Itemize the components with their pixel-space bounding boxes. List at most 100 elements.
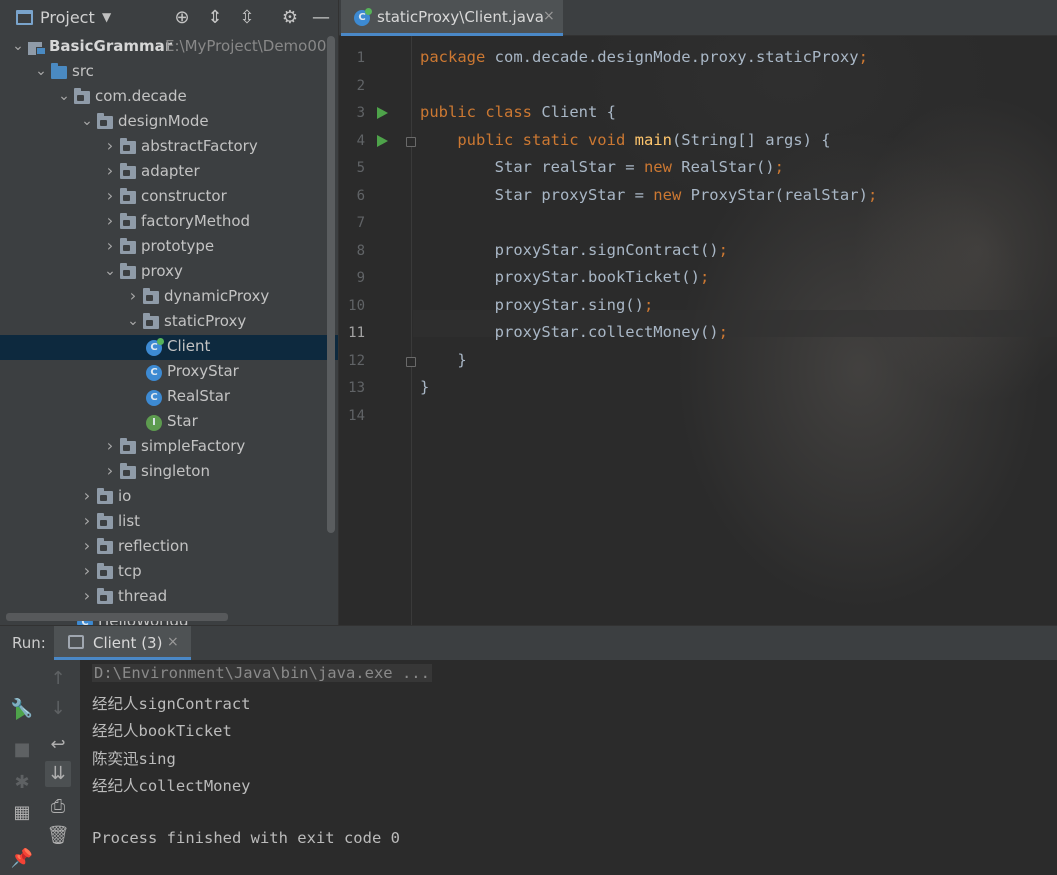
tree-item-tcp[interactable]: › tcp (0, 560, 338, 585)
project-view-selector[interactable]: Project (40, 8, 95, 27)
tree-item-com.decade[interactable]: ⌄ com.decade (0, 85, 338, 110)
gear-icon[interactable]: ⚙ (279, 7, 301, 29)
package-icon (97, 488, 113, 504)
expand-all-icon[interactable]: ⇕ (204, 7, 226, 29)
package-icon (120, 138, 136, 154)
tree-item-realstar[interactable]: C RealStar (0, 385, 338, 410)
chevron-right-icon[interactable]: › (104, 213, 116, 229)
run-tab-label: Client (3) (93, 634, 163, 652)
tree-item-abstractfactory[interactable]: › abstractFactory (0, 135, 338, 160)
tree-item-staticproxy[interactable]: ⌄ staticProxy (0, 310, 338, 335)
chevron-right-icon[interactable]: › (104, 138, 116, 154)
tree-item-designmode[interactable]: ⌄ designMode (0, 110, 338, 135)
tree-item-thread[interactable]: › thread (0, 585, 338, 610)
chevron-right-icon[interactable]: › (104, 163, 116, 179)
chevron-right-icon[interactable]: › (81, 513, 93, 529)
tree-item-proxy[interactable]: ⌄ proxy (0, 260, 338, 285)
code-line: package com.decade.designMode.proxy.stat… (420, 48, 868, 66)
console-command-line: D:\Environment\Java\bin\java.exe ... (92, 664, 432, 682)
tree-item-basicgrammar[interactable]: ⌄ BasicGrammar E:\MyProject\Demo00 (0, 35, 338, 60)
wrench-icon[interactable]: 🔧 (9, 696, 35, 722)
editor-tab-bar: C staticProxy\Client.java × (339, 0, 1057, 36)
package-icon (97, 113, 113, 129)
module-icon (28, 39, 46, 55)
package-icon (74, 88, 90, 104)
print-icon[interactable]: ⎙ (45, 794, 71, 820)
package-icon (120, 188, 136, 204)
tree-item-label: BasicGrammar (49, 37, 173, 55)
chevron-right-icon[interactable]: › (81, 538, 93, 554)
package-icon (143, 288, 159, 304)
run-gutter-icon[interactable] (377, 107, 388, 119)
bug-icon[interactable]: ✱ (9, 770, 35, 796)
chevron-down-icon[interactable]: ⌄ (81, 114, 93, 128)
pin-icon[interactable]: 📌 (9, 846, 35, 872)
line-number: 14 (348, 407, 365, 424)
run-gutter-icon[interactable] (377, 134, 388, 147)
tree-item-prototype[interactable]: › prototype (0, 235, 338, 260)
fold-icon[interactable] (406, 136, 416, 147)
console-output-line: 陈奕迅sing (92, 749, 176, 768)
close-icon[interactable]: × (543, 8, 555, 24)
line-number: 13 (348, 380, 365, 396)
layout-icon[interactable]: ▦ (9, 800, 35, 826)
tree-item-dynamicproxy[interactable]: › dynamicProxy (0, 285, 338, 310)
project-header: Project ▼ ⊕ ⇕ ⇳ ⚙ — (0, 0, 338, 36)
tree-item-label: reflection (118, 537, 189, 555)
trash-icon[interactable]: 🗑 (45, 823, 71, 849)
chevron-down-icon[interactable]: ⌄ (12, 39, 24, 53)
chevron-right-icon[interactable]: › (104, 463, 116, 479)
arrow-up-icon[interactable]: ↑ (45, 666, 71, 692)
tree-item-label: Star (167, 412, 198, 430)
tree-item-io[interactable]: › io (0, 485, 338, 510)
tree-item-factorymethod[interactable]: › factoryMethod (0, 210, 338, 235)
tree-item-label: thread (118, 587, 168, 605)
tree-item-src[interactable]: ⌄ src (0, 60, 338, 85)
package-icon (120, 438, 136, 454)
package-icon (97, 538, 113, 554)
module-path: E:\MyProject\Demo00 (165, 37, 327, 55)
tree-item-reflection[interactable]: › reflection (0, 535, 338, 560)
tree-item-simplefactory[interactable]: › simpleFactory (0, 435, 338, 460)
chevron-down-icon[interactable]: ▼ (102, 10, 111, 24)
java-class-icon: C (146, 365, 162, 381)
source-folder-icon (51, 63, 67, 79)
console-output-line: Process finished with exit code 0 (92, 829, 400, 847)
soft-wrap-icon[interactable]: ↩ (45, 732, 71, 758)
tree-item-constructor[interactable]: › constructor (0, 185, 338, 210)
chevron-down-icon[interactable]: ⌄ (104, 264, 116, 278)
line-number: 3 (356, 105, 365, 121)
chevron-down-icon[interactable]: ⌄ (58, 89, 70, 103)
tree-item-star[interactable]: I Star (0, 410, 338, 435)
chevron-right-icon[interactable]: › (104, 438, 116, 454)
tree-vertical-scrollbar[interactable] (327, 36, 335, 533)
tree-item-singleton[interactable]: › singleton (0, 460, 338, 485)
chevron-right-icon[interactable]: › (81, 588, 93, 604)
close-icon[interactable]: × (167, 634, 179, 650)
chevron-right-icon[interactable]: › (104, 188, 116, 204)
collapse-all-icon[interactable]: ⇳ (236, 7, 258, 29)
tree-item-list[interactable]: › list (0, 510, 338, 535)
stop-icon[interactable]: ■ (9, 737, 35, 763)
editor-tab-client[interactable]: C staticProxy\Client.java × (341, 0, 563, 36)
package-icon (120, 213, 136, 229)
chevron-right-icon[interactable]: › (81, 488, 93, 504)
chevron-right-icon[interactable]: › (127, 288, 139, 304)
chevron-right-icon[interactable]: › (81, 563, 93, 579)
console-output[interactable]: D:\Environment\Java\bin\java.exe ... 经纪人s… (80, 660, 1057, 875)
fold-icon[interactable] (406, 356, 416, 367)
minimize-icon[interactable]: — (310, 7, 332, 29)
arrow-down-icon[interactable]: ↓ (45, 696, 71, 722)
chevron-down-icon[interactable]: ⌄ (127, 314, 139, 328)
chevron-right-icon[interactable]: › (104, 238, 116, 254)
chevron-down-icon[interactable]: ⌄ (35, 64, 47, 78)
locate-icon[interactable]: ⊕ (171, 7, 193, 29)
tree-item-label: proxy (141, 262, 183, 280)
line-number: 8 (356, 242, 365, 259)
tree-item-proxystar[interactable]: C ProxyStar (0, 360, 338, 385)
tree-item-client[interactable]: C Client (0, 335, 338, 360)
tree-horizontal-scrollbar[interactable] (6, 613, 228, 621)
scroll-to-end-icon[interactable]: ⇊ (45, 761, 71, 787)
run-tab-client[interactable]: Client (3) × (54, 626, 191, 660)
tree-item-adapter[interactable]: › adapter (0, 160, 338, 185)
